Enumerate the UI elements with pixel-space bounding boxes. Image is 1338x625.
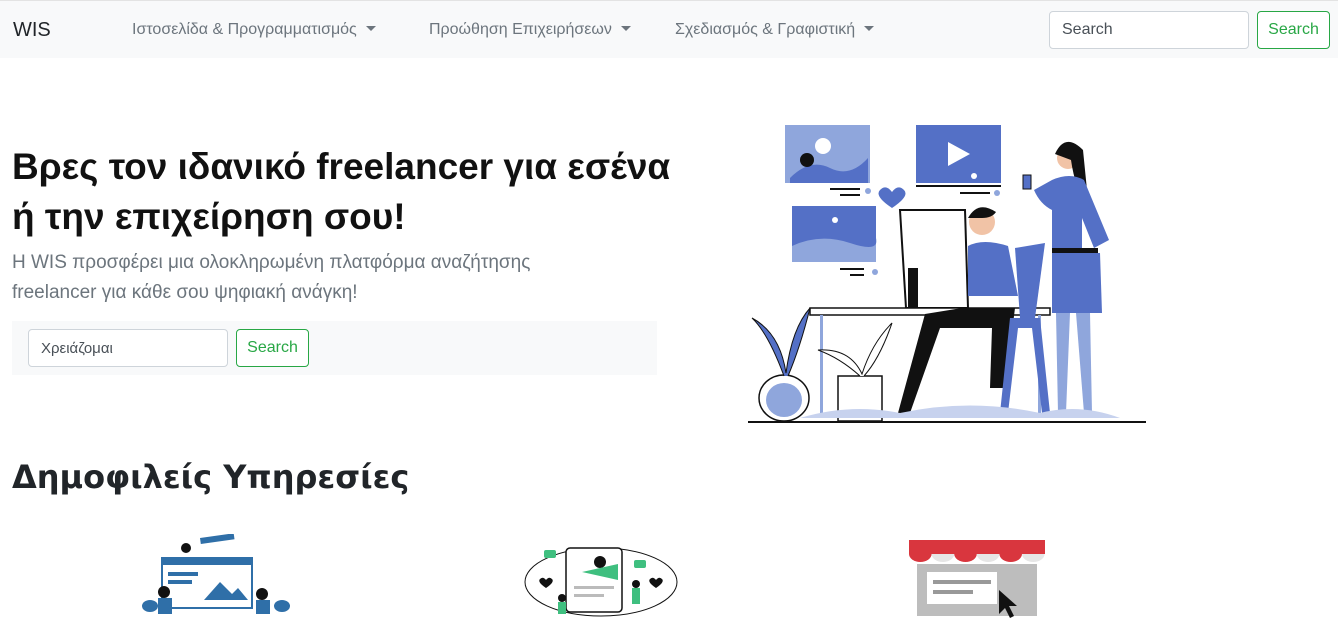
hero-title: Βρες τον ιδανικό freelancer για εσένα ή …	[12, 142, 672, 242]
hero-search-button[interactable]: Search	[236, 329, 309, 367]
web-development-icon[interactable]	[140, 534, 292, 616]
nav-dropdown-label: Σχεδιασμός & Γραφιστική	[675, 21, 856, 38]
navbar: WIS Ιστοσελίδα & Προγραμματισμός Προώθησ…	[0, 0, 1338, 58]
nav-dropdown-business-promotion[interactable]: Προώθηση Επιχειρήσεων	[429, 21, 631, 39]
nav-dropdown-label: Ιστοσελίδα & Προγραμματισμός	[132, 21, 357, 38]
nav-dropdown-design-graphics[interactable]: Σχεδιασμός & Γραφιστική	[675, 21, 875, 39]
hero-title-line: ή την επιχείρηση σου!	[12, 196, 406, 237]
caret-down-icon	[620, 26, 631, 31]
caret-down-icon	[365, 26, 376, 31]
navbar-search-button[interactable]: Search	[1257, 11, 1330, 49]
hero-title-line: Βρες τον ιδανικό freelancer για εσένα	[12, 146, 671, 187]
freelancer-illustration	[748, 125, 1146, 423]
hero-subtitle-line: Η WIS προσφέρει μια ολοκληρωμένη πλατφόρ…	[12, 252, 531, 273]
caret-down-icon	[864, 26, 875, 31]
hero-search-bar: Search	[12, 321, 657, 375]
shop-design-icon[interactable]	[905, 540, 1049, 618]
navbar-search-input[interactable]	[1049, 11, 1249, 49]
brand-logo[interactable]: WIS	[13, 19, 51, 42]
business-promotion-icon[interactable]	[522, 540, 680, 620]
hero-search-input[interactable]	[28, 329, 228, 367]
hero-subtitle-line: freelancer για κάθε σου ψηφιακή ανάγκη!	[12, 282, 358, 303]
nav-dropdown-web-programming[interactable]: Ιστοσελίδα & Προγραμματισμός	[132, 21, 376, 39]
hero-subtitle: Η WIS προσφέρει μια ολοκληρωμένη πλατφόρ…	[12, 248, 612, 308]
nav-dropdown-label: Προώθηση Επιχειρήσεων	[429, 21, 612, 38]
section-title-popular-services: Δημοφιλείς Υπηρεσίες	[12, 458, 410, 496]
